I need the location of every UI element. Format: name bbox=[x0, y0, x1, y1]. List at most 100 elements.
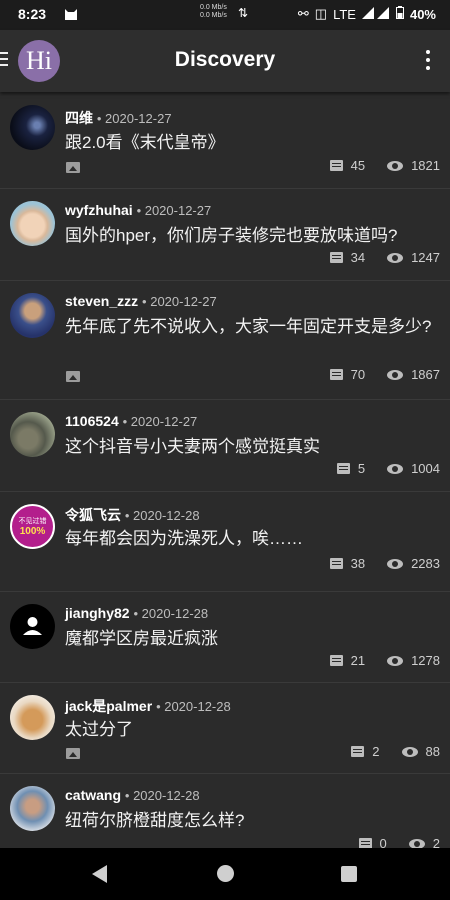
list-item[interactable]: jianghy82 • 2020-12-28 魔都学区房最近疯涨 21 1278 bbox=[0, 592, 450, 683]
post-date: • 2020-12-28 bbox=[133, 606, 209, 621]
comment-icon bbox=[358, 838, 372, 848]
comment-count: 0 bbox=[379, 836, 387, 848]
comment-icon bbox=[329, 369, 343, 380]
image-icon bbox=[66, 371, 80, 382]
network-speed: 0.0 Mb/s 0.0 Mb/s bbox=[200, 4, 227, 20]
status-bar: 8:23 0.0 Mb/s 0.0 Mb/s ⇅ ⚯ ◫ LTE 40% bbox=[0, 0, 450, 30]
post-avatar[interactable] bbox=[10, 201, 55, 246]
vibrate-icon: ◫ bbox=[314, 6, 328, 21]
more-options-icon[interactable] bbox=[426, 50, 430, 74]
comment-icon bbox=[329, 655, 343, 666]
post-date: • 2020-12-27 bbox=[122, 414, 198, 429]
post-avatar[interactable] bbox=[10, 695, 55, 740]
post-title[interactable]: 跟2.0看《末代皇帝》 bbox=[65, 129, 436, 156]
post-username[interactable]: 四维 bbox=[65, 110, 93, 126]
post-username[interactable]: jianghy82 bbox=[65, 605, 130, 621]
view-count: 1821 bbox=[411, 158, 440, 173]
post-stats: 2 88 bbox=[351, 744, 440, 759]
person-icon bbox=[23, 617, 42, 635]
view-count: 88 bbox=[425, 744, 440, 759]
post-date: • 2020-12-27 bbox=[96, 111, 172, 126]
eye-icon bbox=[387, 558, 404, 569]
home-icon[interactable] bbox=[217, 865, 234, 882]
system-nav-bar bbox=[0, 848, 450, 900]
post-username[interactable]: steven_zzz bbox=[65, 293, 138, 309]
post-title[interactable]: 太过分了 bbox=[65, 716, 436, 743]
comment-count: 2 bbox=[372, 744, 380, 759]
back-icon[interactable] bbox=[92, 865, 107, 883]
recent-apps-icon[interactable] bbox=[341, 866, 357, 882]
post-title[interactable]: 每年都会因为洗澡死人，唉…… bbox=[65, 525, 436, 552]
view-count: 2 bbox=[432, 836, 440, 848]
battery-icon bbox=[395, 6, 404, 22]
post-avatar[interactable] bbox=[10, 105, 55, 150]
battery-percent: 40% bbox=[409, 6, 436, 22]
post-date: • 2020-12-28 bbox=[124, 788, 200, 803]
view-count: 1004 bbox=[411, 461, 440, 476]
post-stats: 70 1867 bbox=[329, 367, 440, 382]
post-username[interactable]: 1106524 bbox=[65, 413, 119, 429]
eye-icon bbox=[387, 160, 404, 171]
post-stats: 5 1004 bbox=[336, 461, 440, 476]
comment-count: 38 bbox=[350, 556, 366, 571]
post-stats: 34 1247 bbox=[329, 250, 440, 265]
post-username[interactable]: wyfzhuhai bbox=[65, 202, 133, 218]
comment-count: 21 bbox=[350, 653, 366, 668]
post-title[interactable]: 这个抖音号小夫妻两个感觉挺真实 bbox=[65, 433, 436, 460]
page-title: Discovery bbox=[174, 48, 276, 71]
network-speed-up: 0.0 Mb/s bbox=[200, 4, 227, 11]
post-title[interactable]: 魔都学区房最近疯涨 bbox=[65, 625, 436, 652]
post-stats: 21 1278 bbox=[329, 653, 440, 668]
list-item[interactable]: 四维 • 2020-12-27 跟2.0看《末代皇帝》 45 1821 bbox=[0, 92, 450, 189]
comment-icon bbox=[329, 558, 343, 569]
post-avatar[interactable] bbox=[10, 604, 55, 649]
list-item[interactable]: 1106524 • 2020-12-27 这个抖音号小夫妻两个感觉挺真实 5 1… bbox=[0, 400, 450, 492]
comment-count: 5 bbox=[357, 461, 366, 476]
comment-icon bbox=[329, 252, 343, 263]
post-stats: 38 2283 bbox=[329, 556, 440, 571]
comment-icon bbox=[336, 463, 350, 474]
post-avatar[interactable]: 不见过错 100% bbox=[10, 504, 55, 549]
eye-icon bbox=[387, 655, 404, 666]
comment-icon bbox=[329, 160, 343, 171]
image-icon bbox=[66, 162, 80, 173]
post-date: • 2020-12-27 bbox=[136, 203, 212, 218]
cat-notification-icon bbox=[64, 7, 78, 24]
list-item[interactable]: jack是palmer • 2020-12-28 太过分了 2 88 bbox=[0, 683, 450, 774]
post-date: • 2020-12-28 bbox=[156, 699, 231, 714]
comment-count: 34 bbox=[350, 250, 366, 265]
avatar-badge-bottom: 100% bbox=[19, 526, 46, 537]
post-avatar[interactable] bbox=[10, 786, 55, 831]
view-count: 1278 bbox=[411, 653, 440, 668]
eye-icon bbox=[387, 369, 404, 380]
eye-icon bbox=[387, 463, 404, 474]
post-username[interactable]: catwang bbox=[65, 787, 121, 803]
list-item[interactable]: 不见过错 100% 令狐飞云 • 2020-12-28 每年都会因为洗澡死人，唉… bbox=[0, 492, 450, 592]
post-stats: 0 2 bbox=[358, 836, 440, 848]
view-count: 1247 bbox=[411, 250, 440, 265]
view-count: 1867 bbox=[411, 367, 440, 382]
view-count: 2283 bbox=[411, 556, 440, 571]
discovery-feed[interactable]: 四维 • 2020-12-27 跟2.0看《末代皇帝》 45 1821 wyfz… bbox=[0, 92, 450, 848]
post-date: • 2020-12-27 bbox=[142, 294, 217, 309]
comment-count: 45 bbox=[350, 158, 366, 173]
post-title[interactable]: 纽荷尔脐橙甜度怎么样? bbox=[65, 807, 436, 834]
eye-icon bbox=[401, 746, 418, 757]
list-item[interactable]: steven_zzz • 2020-12-27 先年底了先不说收入，大家一年固定… bbox=[0, 281, 450, 400]
list-item[interactable]: catwang • 2020-12-28 纽荷尔脐橙甜度怎么样? 0 2 bbox=[0, 774, 450, 848]
image-icon bbox=[66, 748, 80, 759]
signal-icon bbox=[361, 6, 390, 22]
post-title[interactable]: 先年底了先不说收入，大家一年固定开支是多少? bbox=[65, 313, 436, 340]
avatar-badge-top: 不见过错 bbox=[18, 518, 47, 525]
network-speed-down: 0.0 Mb/s bbox=[200, 12, 227, 19]
lte-label: LTE bbox=[333, 6, 356, 22]
eye-icon bbox=[387, 252, 404, 263]
post-title[interactable]: 国外的hper，你们房子装修完也要放味道吗? bbox=[65, 222, 436, 249]
post-date: • 2020-12-28 bbox=[124, 508, 200, 523]
list-item[interactable]: wyfzhuhai • 2020-12-27 国外的hper，你们房子装修完也要… bbox=[0, 189, 450, 281]
app-bar: Hi Discovery bbox=[0, 30, 450, 92]
post-username[interactable]: 令狐飞云 bbox=[65, 507, 121, 523]
post-username[interactable]: jack是palmer bbox=[65, 698, 152, 714]
post-avatar[interactable] bbox=[10, 293, 55, 338]
post-avatar[interactable] bbox=[10, 412, 55, 457]
